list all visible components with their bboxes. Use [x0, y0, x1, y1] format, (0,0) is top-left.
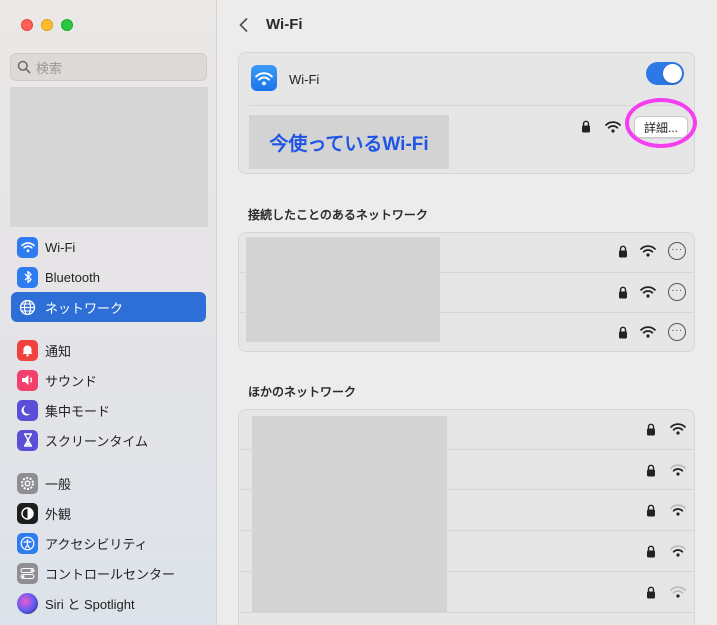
sidebar-item-siri-spotlight[interactable]: Siri と Spotlight	[11, 589, 206, 617]
wifi-signal-icon	[640, 326, 656, 338]
known-networks-list: ··· ··· ···	[238, 232, 695, 352]
sidebar-item-label: サウンド	[45, 373, 98, 389]
wifi-signal-icon	[670, 423, 686, 435]
divider	[239, 571, 694, 572]
sidebar-item-screen-time[interactable]: スクリーンタイム	[11, 426, 206, 454]
window-controls	[21, 19, 73, 31]
close-window-button[interactable]	[21, 19, 33, 31]
sidebar-item-notifications[interactable]: 通知	[11, 336, 206, 364]
highlight-annotation	[625, 98, 697, 148]
lock-icon	[619, 286, 627, 298]
hourglass-icon	[17, 429, 38, 451]
current-network-annotation: 今使っているWi-Fi	[269, 133, 429, 155]
sidebar-item-label: スクリーンタイム	[45, 433, 149, 449]
sidebar-item-bluetooth[interactable]: Bluetooth	[11, 263, 206, 291]
lock-icon	[619, 245, 627, 257]
search-input[interactable]: 検索	[10, 53, 207, 81]
sidebar-item-label: 一般	[45, 476, 72, 492]
sidebar-item-label: ネットワーク	[45, 300, 124, 316]
control-center-icon	[17, 562, 38, 584]
sidebar-item-label: アクセシビリティ	[45, 536, 148, 552]
sidebar-item-sound[interactable]: サウンド	[11, 366, 206, 394]
search-placeholder: 検索	[36, 60, 63, 76]
lock-icon	[647, 504, 655, 516]
list-item[interactable]	[646, 541, 686, 561]
notification-bell-icon	[17, 339, 38, 361]
sidebar-item-label: 外観	[45, 506, 72, 522]
sidebar-item-network[interactable]: ネットワーク	[11, 292, 206, 322]
chevron-left-icon[interactable]	[236, 15, 252, 35]
lock-icon	[647, 586, 655, 598]
wifi-signal-icon	[670, 545, 686, 557]
sidebar-item-label: Siri と Spotlight	[45, 596, 135, 612]
wifi-signal-icon	[670, 586, 686, 598]
page-title: Wi-Fi	[266, 16, 303, 33]
lock-icon	[647, 423, 655, 435]
sidebar-item-label: Bluetooth	[45, 269, 100, 285]
sidebar-item-label: 集中モード	[45, 403, 111, 419]
wifi-signal-icon	[605, 121, 621, 133]
sidebar-item-accessibility[interactable]: アクセシビリティ	[11, 529, 206, 557]
list-item[interactable]	[646, 582, 686, 602]
divider	[239, 530, 694, 531]
sidebar: 検索 Wi-Fi Bluetooth ネットワーク 通知 サウンド 集中モード …	[0, 0, 217, 625]
sidebar-item-label: 通知	[45, 343, 72, 359]
gear-icon	[17, 472, 38, 494]
wifi-signal-icon	[670, 464, 686, 476]
divider	[239, 449, 694, 450]
more-options-button[interactable]: ···	[668, 283, 686, 301]
lock-icon	[582, 120, 590, 133]
network-names-redacted	[252, 416, 447, 612]
appearance-icon	[17, 502, 38, 524]
list-item[interactable]	[646, 500, 686, 520]
wifi-icon	[17, 236, 38, 258]
divider	[239, 612, 694, 613]
wifi-signal-icon	[640, 286, 656, 298]
sidebar-item-appearance[interactable]: 外観	[11, 499, 206, 527]
lock-icon	[647, 545, 655, 557]
other-networks-title: ほかのネットワーク	[248, 385, 357, 399]
sidebar-item-label: Wi-Fi	[45, 239, 76, 255]
wifi-icon	[251, 65, 277, 91]
wifi-toggle[interactable]	[646, 62, 684, 85]
sidebar-item-label: コントロールセンター	[45, 566, 176, 582]
minimize-window-button[interactable]	[41, 19, 53, 31]
account-area-redacted	[10, 87, 208, 227]
bluetooth-icon	[17, 266, 38, 288]
wifi-label: Wi-Fi	[289, 72, 320, 87]
divider	[239, 272, 694, 273]
more-options-button[interactable]: ···	[668, 242, 686, 260]
other-networks-list	[238, 409, 695, 625]
list-item[interactable]: ···	[618, 322, 686, 342]
zoom-window-button[interactable]	[61, 19, 73, 31]
accessibility-icon	[17, 532, 38, 554]
list-item[interactable]: ···	[618, 282, 686, 302]
wifi-signal-icon	[640, 245, 656, 257]
divider	[249, 105, 684, 106]
wifi-signal-icon	[670, 504, 686, 516]
list-item[interactable]: ···	[618, 241, 686, 261]
divider	[239, 489, 694, 490]
sidebar-item-general[interactable]: 一般	[11, 469, 206, 497]
globe-icon	[17, 297, 38, 318]
list-item[interactable]	[646, 419, 686, 439]
siri-icon	[17, 592, 38, 614]
sidebar-item-control-center[interactable]: コントロールセンター	[11, 559, 206, 587]
divider	[239, 312, 694, 313]
more-options-button[interactable]: ···	[668, 323, 686, 341]
lock-icon	[647, 464, 655, 476]
lock-icon	[619, 326, 627, 338]
sidebar-item-focus[interactable]: 集中モード	[11, 396, 206, 424]
known-networks-title: 接続したことのあるネットワーク	[248, 208, 428, 222]
list-item[interactable]	[646, 460, 686, 480]
speaker-icon	[17, 369, 38, 391]
search-icon	[17, 60, 31, 74]
main-content: Wi-Fi Wi-Fi 今使っているWi-Fi 詳細... 接続したことのあるネ…	[218, 0, 717, 625]
moon-icon	[17, 399, 38, 421]
current-network-redacted: 今使っているWi-Fi	[249, 115, 449, 169]
sidebar-item-wifi[interactable]: Wi-Fi	[11, 233, 206, 261]
network-names-redacted	[246, 237, 440, 342]
